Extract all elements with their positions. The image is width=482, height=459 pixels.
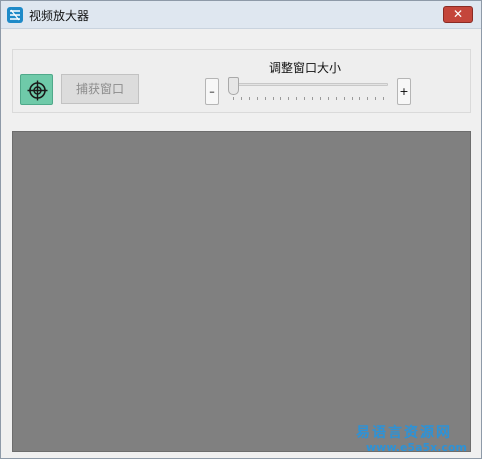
capture-window-button[interactable]: 捕获窗口 (61, 74, 139, 104)
slider-tick (319, 97, 321, 100)
slider-tick (367, 97, 369, 100)
slider-tick (383, 97, 385, 100)
slider-tick (272, 97, 274, 100)
slider-tick (359, 97, 361, 100)
slider-tick (327, 97, 329, 100)
magnified-video-view[interactable] (12, 131, 471, 452)
window-title: 视频放大器 (29, 9, 90, 23)
slider-tick (335, 97, 337, 100)
slider-tick (248, 97, 250, 100)
crosshair-button[interactable] (20, 74, 53, 105)
resize-window-label: 调整窗口大小 (269, 61, 342, 75)
crosshair-target-icon (27, 80, 48, 101)
slider-tick (375, 97, 377, 100)
app-icon (7, 7, 23, 23)
slider-tick (343, 97, 345, 100)
slider-tick (233, 97, 234, 100)
slider-tick (264, 97, 266, 100)
size-slider-track[interactable] (231, 83, 388, 86)
close-button[interactable]: ✕ (443, 6, 473, 23)
decrease-size-button[interactable]: – (205, 78, 219, 105)
watermark-text: 易语言资源网 (356, 425, 452, 441)
slider-tick (296, 97, 298, 100)
slider-tick (288, 97, 290, 100)
slider-tick (304, 97, 306, 100)
app-window: 视频放大器 ✕ 捕获窗口 调整窗口大小 – + (0, 0, 482, 459)
increase-size-button[interactable]: + (397, 78, 411, 105)
size-slider-thumb[interactable] (228, 77, 239, 95)
slider-tick (312, 97, 313, 100)
slider-tick (280, 97, 282, 100)
slider-tick (351, 97, 353, 100)
slider-tick (240, 97, 242, 100)
title-bar[interactable]: 视频放大器 ✕ (1, 1, 481, 29)
watermark-url: www.e5a5x.com (366, 441, 467, 454)
slider-tick (256, 97, 258, 100)
